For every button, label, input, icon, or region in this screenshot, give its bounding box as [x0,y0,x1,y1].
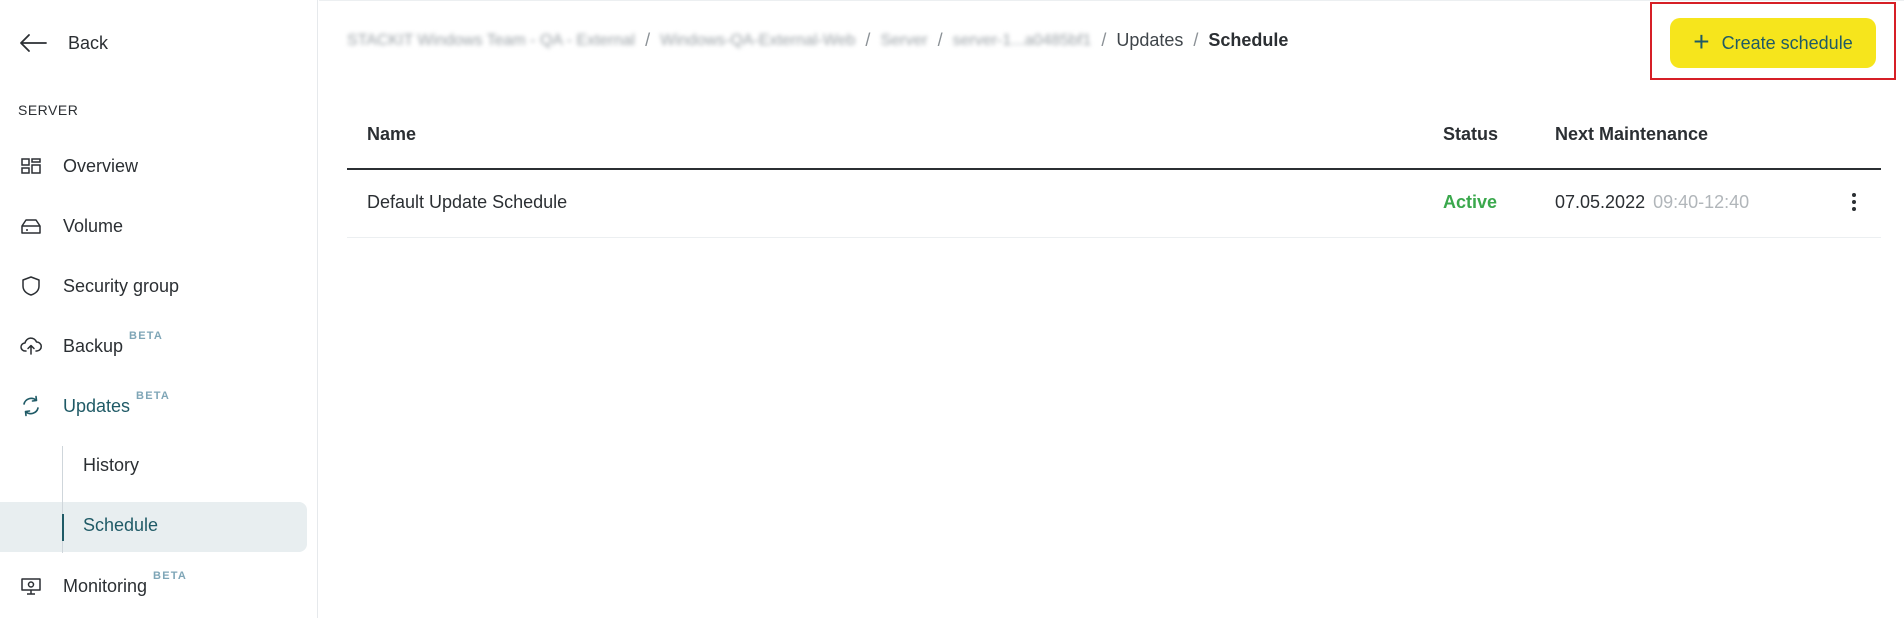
maintenance-date: 07.05.2022 [1555,192,1646,212]
breadcrumb: STACKIT Windows Team - QA - External / W… [347,30,1288,51]
breadcrumb-updates[interactable]: Updates [1116,30,1183,51]
sidebar-item-backup[interactable]: Backup BETA [18,330,163,361]
beta-badge: BETA [129,330,163,342]
back-button[interactable]: Back [18,32,108,54]
schedule-name: Default Update Schedule [367,192,568,212]
beta-badge: BETA [136,390,170,402]
sidebar-item-label: Volume [63,215,124,236]
app-window: Back SERVER Overview Volume Security gro… [0,0,1904,618]
divider [319,0,1904,1]
create-schedule-button[interactable]: + Create schedule [1670,18,1876,68]
plus-icon: + [1693,25,1710,57]
highlight-box: + Create schedule [1650,2,1896,80]
breadcrumb-separator: / [645,30,651,50]
cloud-upload-icon [18,333,44,359]
sidebar-item-updates[interactable]: Updates BETA [18,390,170,421]
breadcrumb-schedule: Schedule [1208,30,1289,50]
shield-icon [18,273,44,299]
sidebar-subitem-schedule[interactable]: Schedule [83,515,158,536]
sidebar-item-volume[interactable]: Volume [18,211,123,241]
sidebar-item-label: Monitoring [63,575,148,596]
breadcrumb-blurred-server-id[interactable]: server-1...a0485bf1 [953,32,1092,50]
breadcrumb-separator: / [865,30,871,50]
breadcrumb-separator: / [937,30,943,50]
sidebar-item-label: Backup [63,335,124,356]
table-row[interactable]: Default Update Schedule Active 07.05.202… [347,170,1881,238]
sidebar-subitem-history[interactable]: History [83,455,139,476]
more-options-icon[interactable] [1849,190,1859,214]
breadcrumb-blurred-server[interactable]: Server [880,32,927,50]
submenu-active-indicator [62,514,64,541]
breadcrumb-separator: / [1193,30,1199,50]
breadcrumb-blurred-project[interactable]: STACKIT Windows Team - QA - External [347,32,635,50]
create-schedule-label: Create schedule [1721,32,1853,53]
sidebar-item-overview[interactable]: Overview [18,151,138,181]
sidebar: Back SERVER Overview Volume Security gro… [0,0,318,618]
breadcrumb-blurred-space[interactable]: Windows-QA-External-Web [660,32,855,50]
monitor-icon [18,573,44,599]
column-header-next-maintenance: Next Maintenance [1555,124,1709,144]
main-content: STACKIT Windows Team - QA - External / W… [319,0,1904,618]
disk-icon [18,213,44,239]
column-header-name: Name [367,124,417,144]
sidebar-item-security-group[interactable]: Security group [18,271,179,301]
sidebar-item-label: Updates [63,395,131,416]
back-label: Back [68,32,109,53]
sidebar-item-label: Security group [63,275,180,296]
schedule-table: Name Status Next Maintenance Default Upd… [347,110,1881,238]
column-header-status: Status [1443,124,1499,144]
status-badge: Active [1443,192,1498,212]
next-maintenance: 07.05.2022 09:40-12:40 [1555,192,1749,213]
section-label: SERVER [18,102,79,118]
refresh-icon [18,393,44,419]
breadcrumb-separator: / [1101,30,1107,50]
arrow-left-icon [20,34,47,52]
grid-icon [18,153,44,179]
sidebar-item-monitoring[interactable]: Monitoring BETA [18,570,187,601]
maintenance-time: 09:40-12:40 [1653,192,1750,212]
table-header: Name Status Next Maintenance [347,110,1881,170]
sidebar-item-label: Overview [63,155,139,176]
beta-badge: BETA [153,570,187,582]
